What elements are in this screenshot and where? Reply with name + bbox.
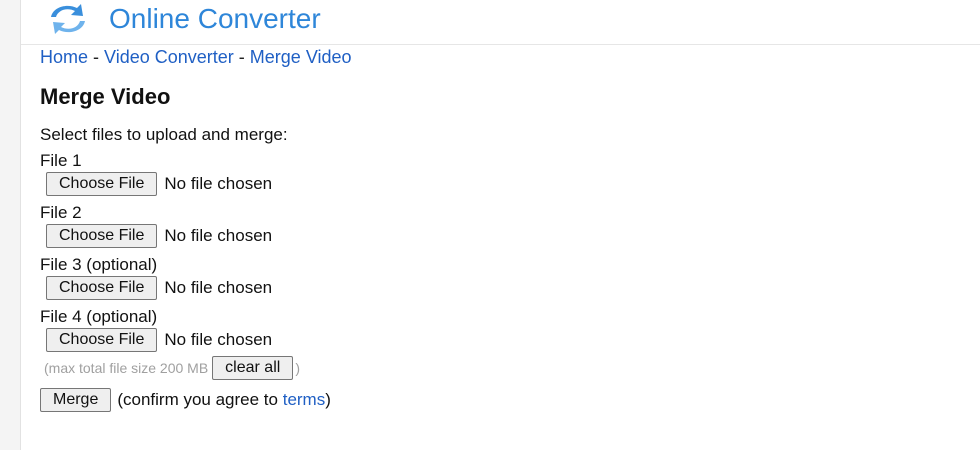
clear-all-button[interactable]: clear all	[212, 356, 294, 380]
max-size-text: (max total file size 200 MB	[44, 360, 209, 376]
file-1-choose-button[interactable]: Choose File	[46, 172, 158, 196]
file-4-label: File 4 (optional)	[40, 307, 158, 326]
file-4-status: No file chosen	[164, 330, 273, 349]
file-3-label: File 3 (optional)	[40, 255, 158, 274]
file-4-input: Choose File No file chosen	[40, 327, 331, 353]
merge-row: Merge (confirm you agree to terms)	[40, 387, 331, 413]
refresh-arrows-icon[interactable]	[45, 1, 91, 37]
file-1-label: File 1	[40, 151, 82, 170]
breadcrumb-separator: -	[238, 47, 250, 67]
breadcrumb-separator: -	[93, 47, 105, 67]
file-2-input: Choose File No file chosen	[40, 223, 331, 249]
breadcrumb-home-link[interactable]: Home	[40, 47, 88, 67]
file-2-choose-button[interactable]: Choose File	[46, 224, 158, 248]
file-1-input: Choose File No file chosen	[40, 171, 331, 197]
max-size-close-paren: )	[295, 360, 300, 376]
merge-button[interactable]: Merge	[40, 388, 112, 412]
left-rail	[0, 0, 21, 450]
file-3-input: Choose File No file chosen	[40, 275, 331, 301]
max-size-note: (max total file size 200 MB clear all )	[40, 355, 331, 381]
terms-confirmation: (confirm you agree to terms)	[117, 390, 331, 410]
file-2-status: No file chosen	[164, 226, 273, 245]
file-2-label: File 2	[40, 203, 82, 222]
page: Online Converter Home - Video Converter …	[0, 0, 980, 450]
breadcrumb-merge-video-link[interactable]: Merge Video	[250, 47, 352, 67]
file-3-choose-button[interactable]: Choose File	[46, 276, 158, 300]
breadcrumb: Home - Video Converter - Merge Video	[40, 46, 352, 68]
file-3-status: No file chosen	[164, 278, 273, 297]
file-4-choose-button[interactable]: Choose File	[46, 328, 158, 352]
breadcrumb-video-converter-link[interactable]: Video Converter	[104, 47, 234, 67]
merge-form: Select files to upload and merge: File 1…	[40, 124, 331, 413]
confirm-close-paren: )	[325, 390, 331, 409]
confirm-text: (confirm you agree to	[117, 390, 283, 409]
site-header: Online Converter	[21, 0, 980, 45]
file-1-status: No file chosen	[164, 174, 273, 193]
site-title[interactable]: Online Converter	[109, 2, 321, 36]
terms-link[interactable]: terms	[283, 390, 326, 409]
page-title: Merge Video	[40, 84, 171, 109]
form-intro: Select files to upload and merge:	[40, 125, 288, 144]
